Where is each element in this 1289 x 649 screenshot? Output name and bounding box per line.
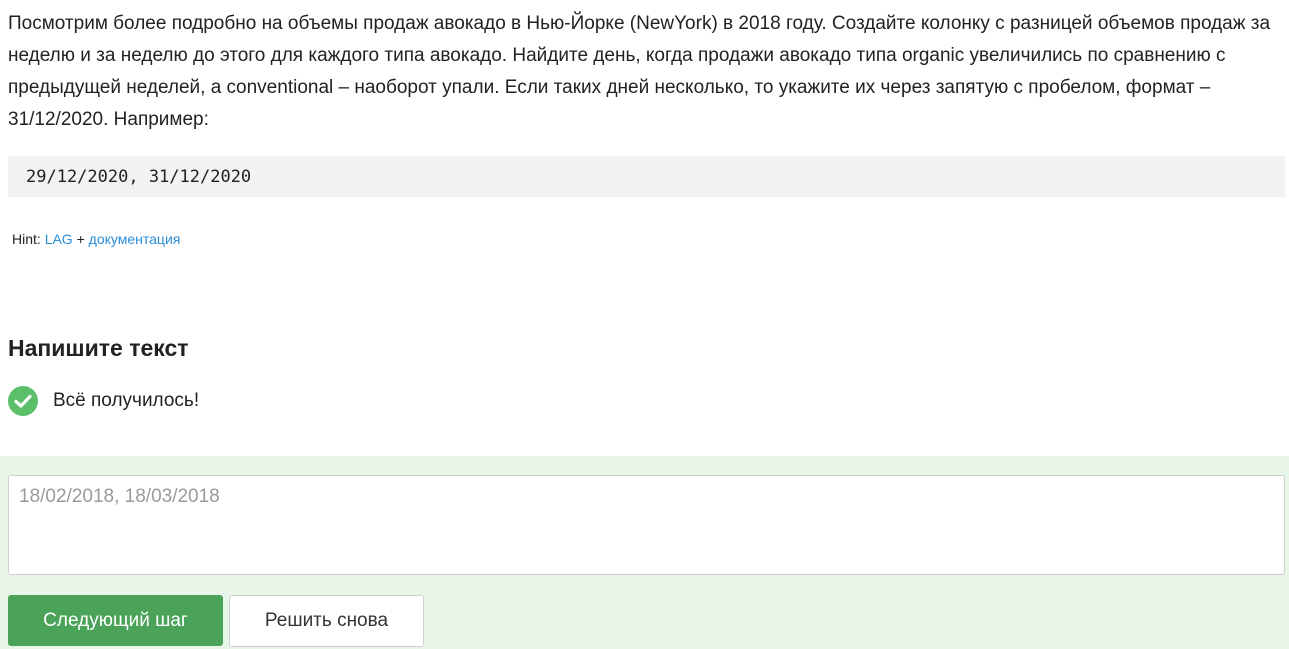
status-message: Всё получилось! [8, 386, 199, 416]
example-code: 29/12/2020, 31/12/2020 [26, 166, 252, 187]
solve-again-button[interactable]: Решить снова [229, 595, 424, 647]
task-description: Посмотрим более подробно на объемы прода… [8, 13, 1271, 130]
hint: Hint: LAG + документация [12, 230, 180, 248]
check-circle-icon [8, 386, 38, 416]
hint-label: Hint: [12, 231, 41, 247]
lag-link[interactable]: LAG [45, 231, 73, 247]
example-code-block: 29/12/2020, 31/12/2020 [8, 156, 1285, 197]
answer-section-title: Напишите текст [8, 335, 189, 361]
next-step-button[interactable]: Следующий шаг [8, 595, 223, 646]
step-page: Посмотрим более подробно на объемы прода… [0, 0, 1289, 649]
answer-panel: 18/02/2018, 18/03/2018 Следующий шаг Реш… [0, 456, 1289, 649]
answer-input[interactable]: 18/02/2018, 18/03/2018 [8, 475, 1285, 575]
status-text: Всё получилось! [53, 390, 200, 411]
hint-separator: + [76, 231, 85, 247]
documentation-link[interactable]: документация [89, 231, 181, 247]
